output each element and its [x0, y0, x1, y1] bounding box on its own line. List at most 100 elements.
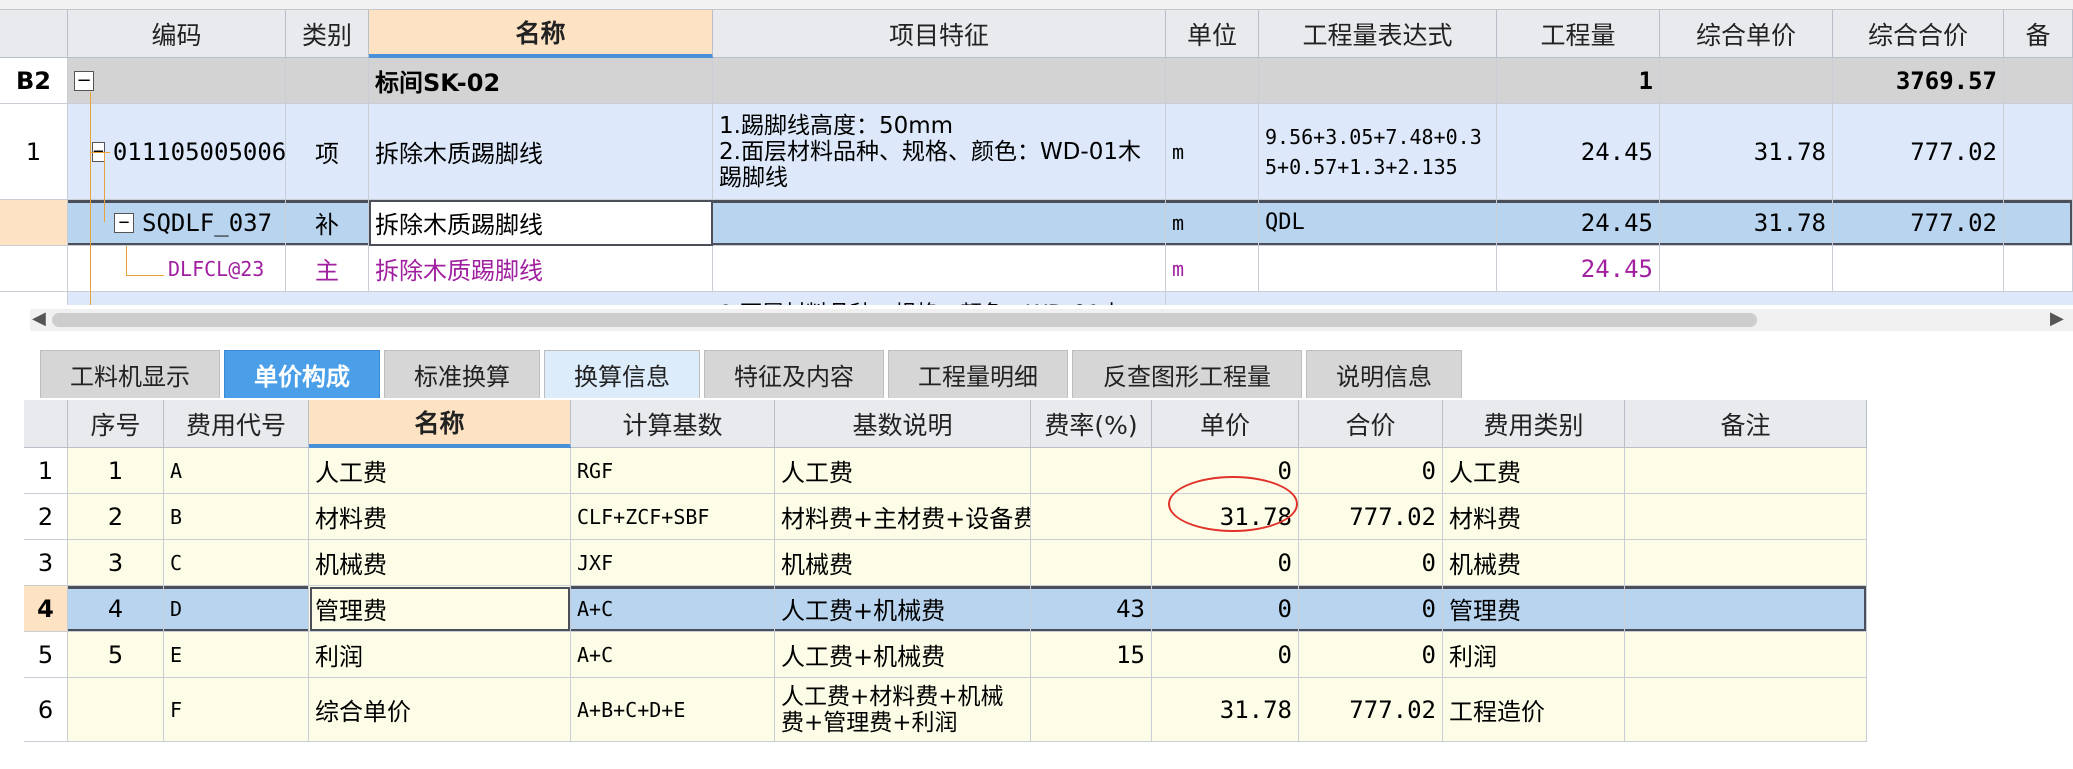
table-row-group[interactable]: B2 − 标间SK-02 1 3769.57: [0, 58, 2073, 104]
row-number: 2: [24, 494, 68, 540]
collapse-icon[interactable]: −: [114, 212, 134, 233]
name-cell: 拆除木质踢脚线: [369, 104, 713, 200]
table-row[interactable]: 1 −011105005006 项 拆除木质踢脚线 1.踢脚线高度：50mm 2…: [0, 104, 2073, 200]
col-header-code[interactable]: 编码: [68, 10, 286, 58]
rate-cell: [1031, 448, 1152, 494]
table-row[interactable]: 6 F 综合单价 A+B+C+D+E 人工费+材料费+机械费+管理费+利润 31…: [24, 678, 1867, 742]
total-cell: 0: [1299, 586, 1443, 632]
row-number: B2: [0, 58, 68, 104]
col-header-note[interactable]: 备注: [1625, 400, 1867, 448]
price-cell: [1660, 58, 1833, 104]
expr-cell: [1259, 246, 1497, 292]
col-header-feature[interactable]: 项目特征: [713, 10, 1166, 58]
price-cell: 31.78: [1660, 104, 1833, 200]
fee-code-cell: A: [164, 448, 309, 494]
note-cell: [1625, 494, 1867, 540]
col-header-unit-price[interactable]: 单价: [1152, 400, 1299, 448]
col-header-extra[interactable]: 备: [2004, 10, 2073, 58]
col-header-seq[interactable]: 序号: [68, 400, 164, 448]
col-header-qty[interactable]: 工程量: [1497, 10, 1660, 58]
price-cell: [1660, 246, 1833, 292]
note-cell: [1625, 586, 1867, 632]
table-row[interactable]: 5 5 E 利润 A+C 人工费+机械费 15 0 0 利润: [24, 632, 1867, 678]
col-header-unit[interactable]: 单位: [1166, 10, 1259, 58]
code-cell: − SQDLF_037: [68, 200, 286, 246]
col-header-base-desc[interactable]: 基数说明: [775, 400, 1031, 448]
col-header-unit-price[interactable]: 综合单价: [1660, 10, 1833, 58]
table-row[interactable]: DLFCL@23 主 拆除木质踢脚线 m 24.45: [0, 246, 2073, 292]
base-desc-cell: 人工费+机械费: [775, 632, 1031, 678]
tab-quantity-details[interactable]: 工程量明细: [888, 350, 1068, 398]
fee-code-cell: C: [164, 540, 309, 586]
name-cell-editing[interactable]: 管理费: [309, 586, 571, 632]
code-cell: −: [68, 58, 286, 104]
scroll-left-icon[interactable]: ◀: [32, 308, 46, 329]
unit-price-cell: 0: [1152, 586, 1299, 632]
unit-cell: [1166, 58, 1259, 104]
fee-code-cell: E: [164, 632, 309, 678]
tab-features-content[interactable]: 特征及内容: [704, 350, 884, 398]
table-row-partial[interactable]: 1.面层材料品种、规格、颜色：WD-01木: [0, 292, 2073, 305]
table-row-selected[interactable]: − SQDLF_037 补 拆除木质踢脚线 m QDL 24.45 31.78 7…: [0, 200, 2073, 246]
code-cell: DLFCL@23: [68, 246, 286, 292]
tab-graphic-quantity[interactable]: 反查图形工程量: [1072, 350, 1302, 398]
name-cell: 机械费: [309, 540, 571, 586]
scroll-right-icon[interactable]: ▶: [2050, 308, 2064, 329]
collapse-icon[interactable]: −: [74, 70, 94, 91]
col-header-name[interactable]: 名称: [369, 10, 713, 58]
scrollbar-thumb[interactable]: [52, 313, 1757, 327]
unit-cell: m: [1166, 104, 1259, 200]
name-cell-editing[interactable]: 拆除木质踢脚线: [369, 200, 713, 246]
total-cell: 0: [1299, 632, 1443, 678]
tree-line: [90, 92, 91, 305]
tab-description[interactable]: 说明信息: [1306, 350, 1462, 398]
tab-labor-material-machine[interactable]: 工料机显示: [40, 350, 220, 398]
expr-cell: [1259, 58, 1497, 104]
code-text: SQDLF_037: [142, 208, 273, 237]
type-cell: 补: [286, 200, 369, 246]
extra-cell: [2004, 104, 2073, 200]
col-header-expr[interactable]: 工程量表达式: [1259, 10, 1497, 58]
seq-cell: 2: [68, 494, 164, 540]
base-desc-cell: 机械费: [775, 540, 1031, 586]
type-cell: [286, 58, 369, 104]
feature-cell: [713, 246, 1166, 292]
row-number: 6: [24, 678, 68, 742]
col-header-fee-code[interactable]: 费用代号: [164, 400, 309, 448]
extra-cell: [2004, 200, 2073, 246]
name-cell: 标间SK-02: [369, 58, 713, 104]
table-row[interactable]: 2 2 B 材料费 CLF+ZCF+SBF 材料费+主材费+设备费 31.78 …: [24, 494, 1867, 540]
code-text: 011105005006: [112, 137, 286, 166]
col-header-total[interactable]: 合价: [1299, 400, 1443, 448]
col-header-base[interactable]: 计算基数: [571, 400, 775, 448]
qty-cell: 24.45: [1497, 200, 1660, 246]
extra-cell: [2004, 246, 2073, 292]
note-cell: [1625, 448, 1867, 494]
col-header-rownum: [24, 400, 68, 448]
feature-cell: 1.面层材料品种、规格、颜色：WD-01木: [713, 292, 1166, 305]
rate-cell: [1031, 540, 1152, 586]
col-header-fee-category[interactable]: 费用类别: [1443, 400, 1625, 448]
col-header-total[interactable]: 综合合价: [1833, 10, 2004, 58]
table-row-selected[interactable]: 4 4 D 管理费 A+C 人工费+机械费 43 0 0 管理费: [24, 586, 1867, 632]
table-row[interactable]: 1 1 A 人工费 RGF 人工费 0 0 人工费: [24, 448, 1867, 494]
tab-conversion-info[interactable]: 换算信息: [544, 350, 700, 398]
col-header-rate[interactable]: 费率(%): [1031, 400, 1152, 448]
rate-cell: [1031, 678, 1152, 742]
fee-code-cell: D: [164, 586, 309, 632]
unit-price-cell: 0: [1152, 448, 1299, 494]
fee-category-cell: 机械费: [1443, 540, 1625, 586]
col-header-name[interactable]: 名称: [309, 400, 571, 448]
tab-unit-price-composition[interactable]: 单价构成: [224, 350, 380, 398]
col-header-type[interactable]: 类别: [286, 10, 369, 58]
note-cell: [1625, 632, 1867, 678]
table-row[interactable]: 3 3 C 机械费 JXF 机械费 0 0 机械费: [24, 540, 1867, 586]
price-composition-grid: 序号 费用代号 名称 计算基数 基数说明 费率(%) 单价 合价 费用类别 备注…: [24, 400, 1867, 743]
row-number: [0, 200, 68, 246]
fee-category-cell: 管理费: [1443, 586, 1625, 632]
unit-price-cell: 0: [1152, 632, 1299, 678]
tree-line: [126, 246, 127, 276]
base-cell: CLF+ZCF+SBF: [571, 494, 775, 540]
total-cell: 777.02: [1833, 104, 2004, 200]
tab-standard-conversion[interactable]: 标准换算: [384, 350, 540, 398]
